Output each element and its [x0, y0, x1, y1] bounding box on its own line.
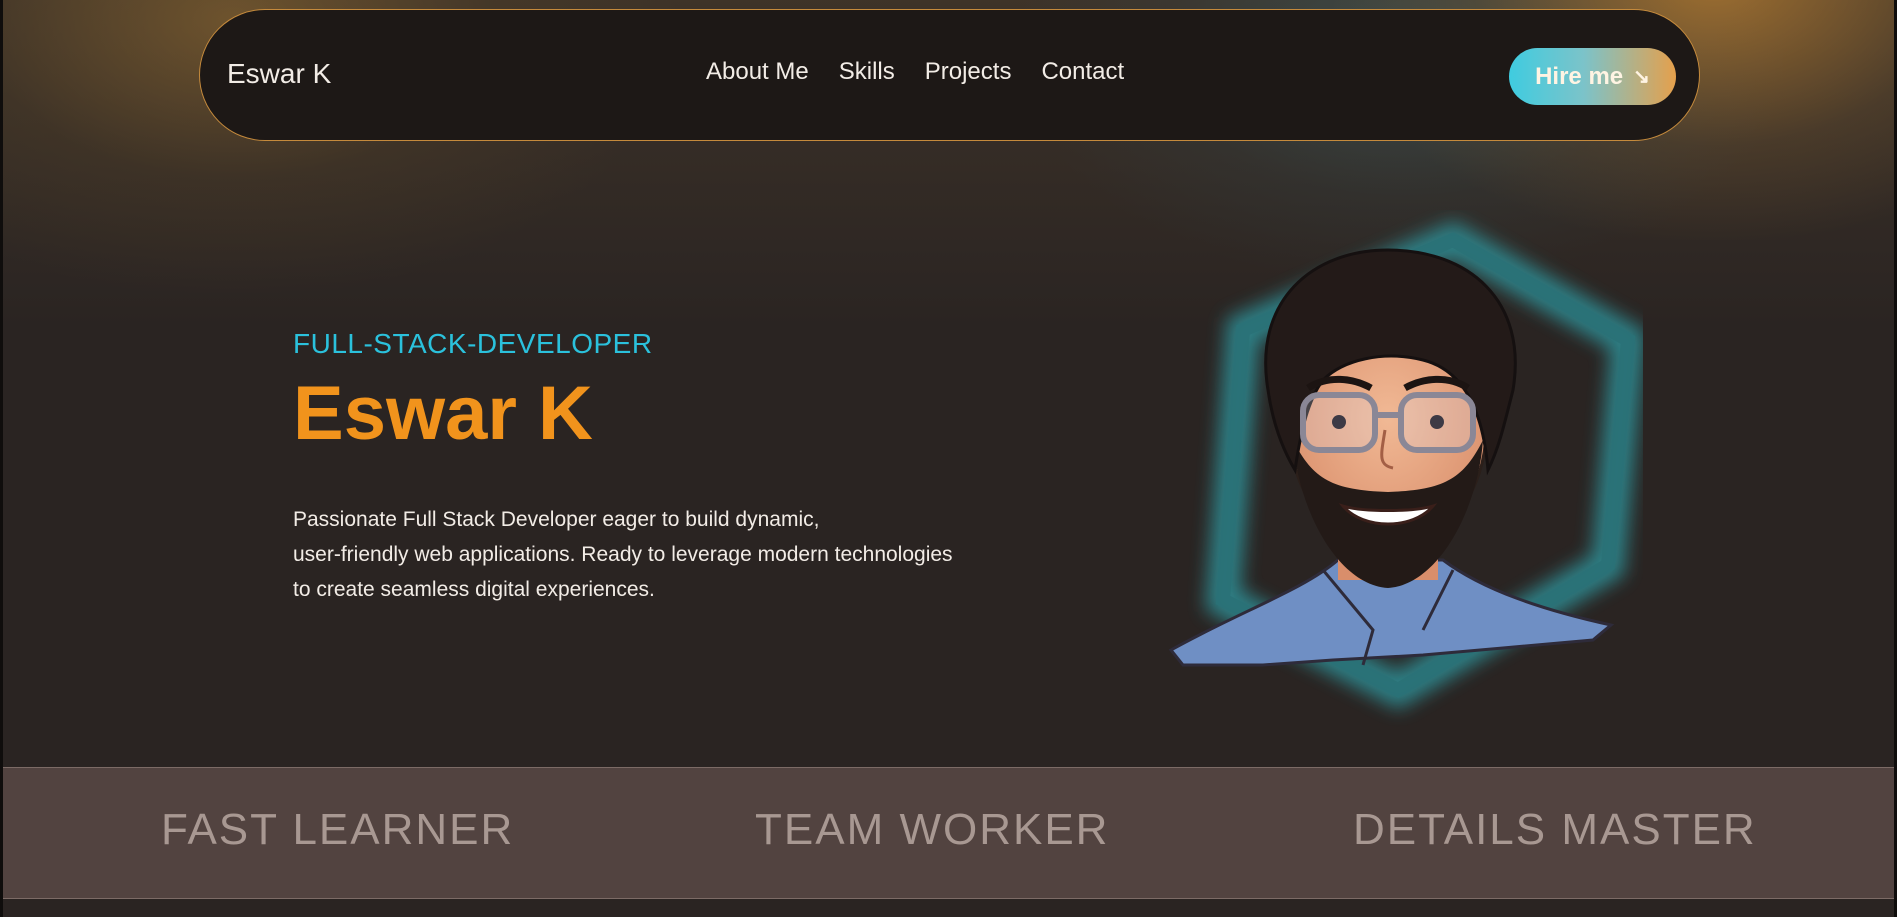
nav-links: About Me Skills Projects Contact — [706, 60, 1124, 84]
hire-me-button[interactable]: Hire me ↘ — [1509, 48, 1676, 105]
trait-details-master: DETAILS MASTER — [1353, 805, 1757, 854]
brand-logo[interactable]: Eswar K — [227, 60, 331, 88]
hero-description-line: to create seamless digital experiences. — [293, 578, 655, 601]
arrow-down-right-icon: ↘ — [1633, 65, 1650, 88]
nav-link-projects[interactable]: Projects — [925, 60, 1012, 84]
nav-link-contact[interactable]: Contact — [1041, 60, 1124, 84]
traits-band: FAST LEARNER TEAM WORKER DETAILS MASTER — [3, 767, 1894, 899]
hire-me-label: Hire me — [1535, 62, 1624, 90]
hero-name: Eswar K — [293, 371, 593, 456]
trait-team-worker: TEAM WORKER — [755, 805, 1110, 854]
nav-link-about-me[interactable]: About Me — [706, 60, 809, 84]
portfolio-page: Eswar K About Me Skills Projects Contact… — [3, 0, 1894, 917]
hero-description-line: Passionate Full Stack Developer eager to… — [293, 508, 820, 531]
avatar-illustration — [1168, 221, 1643, 710]
hero-subtitle: FULL-STACK-DEVELOPER — [293, 328, 653, 359]
nav-link-skills[interactable]: Skills — [839, 60, 895, 84]
hero-description-line: user-friendly web applications. Ready to… — [293, 543, 953, 566]
trait-fast-learner: FAST LEARNER — [161, 805, 515, 854]
hero-description: Passionate Full Stack Developer eager to… — [293, 502, 1033, 607]
navbar: Eswar K About Me Skills Projects Contact… — [199, 9, 1700, 141]
next-section-edge — [3, 899, 1894, 917]
